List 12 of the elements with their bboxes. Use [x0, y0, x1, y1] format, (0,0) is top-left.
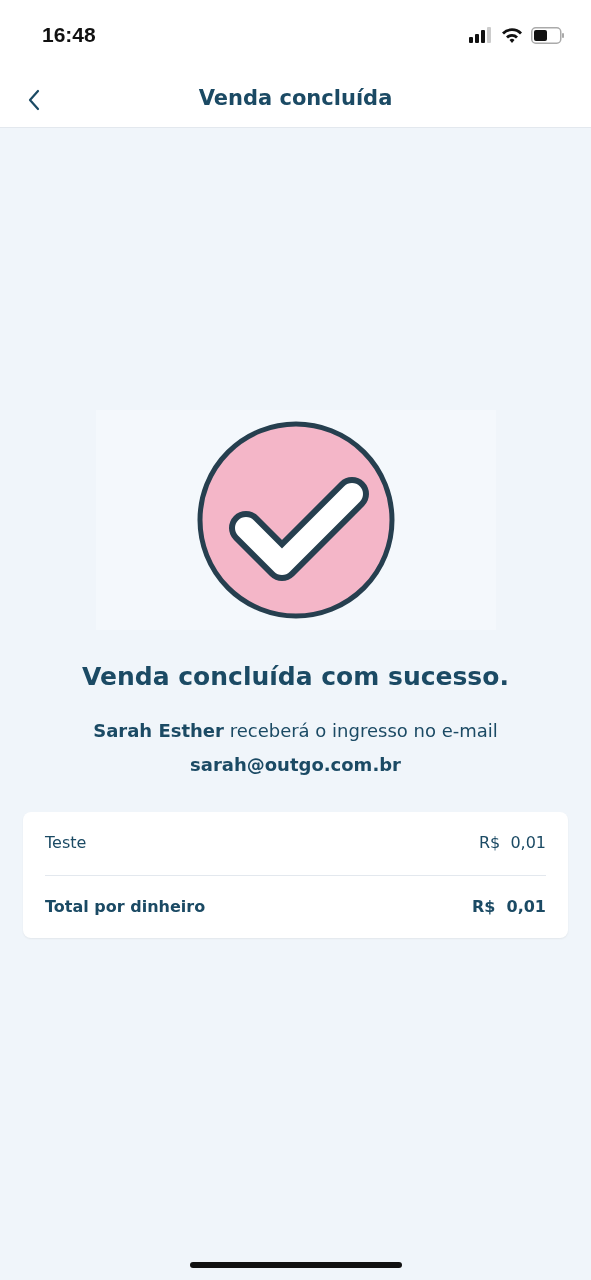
- wifi-icon: [501, 27, 523, 43]
- screen-title: Venda concluída: [198, 84, 393, 112]
- success-title: Venda concluída com sucesso.: [81, 661, 510, 693]
- item-label: Teste: [45, 832, 87, 854]
- total-amount: R$ 0,01: [471, 895, 546, 918]
- battery-icon: [531, 26, 565, 44]
- item-amount: R$ 0,01: [478, 832, 546, 854]
- status-time: 16:48: [42, 22, 96, 49]
- checkmark-icon: [195, 420, 396, 620]
- signal-icon: [469, 27, 493, 43]
- success-message: Sarah Esther receberá o ingresso no e-mail sarah@outgo.com.br: [92, 718, 499, 777]
- total-label: Total por dinheiro: [45, 895, 206, 918]
